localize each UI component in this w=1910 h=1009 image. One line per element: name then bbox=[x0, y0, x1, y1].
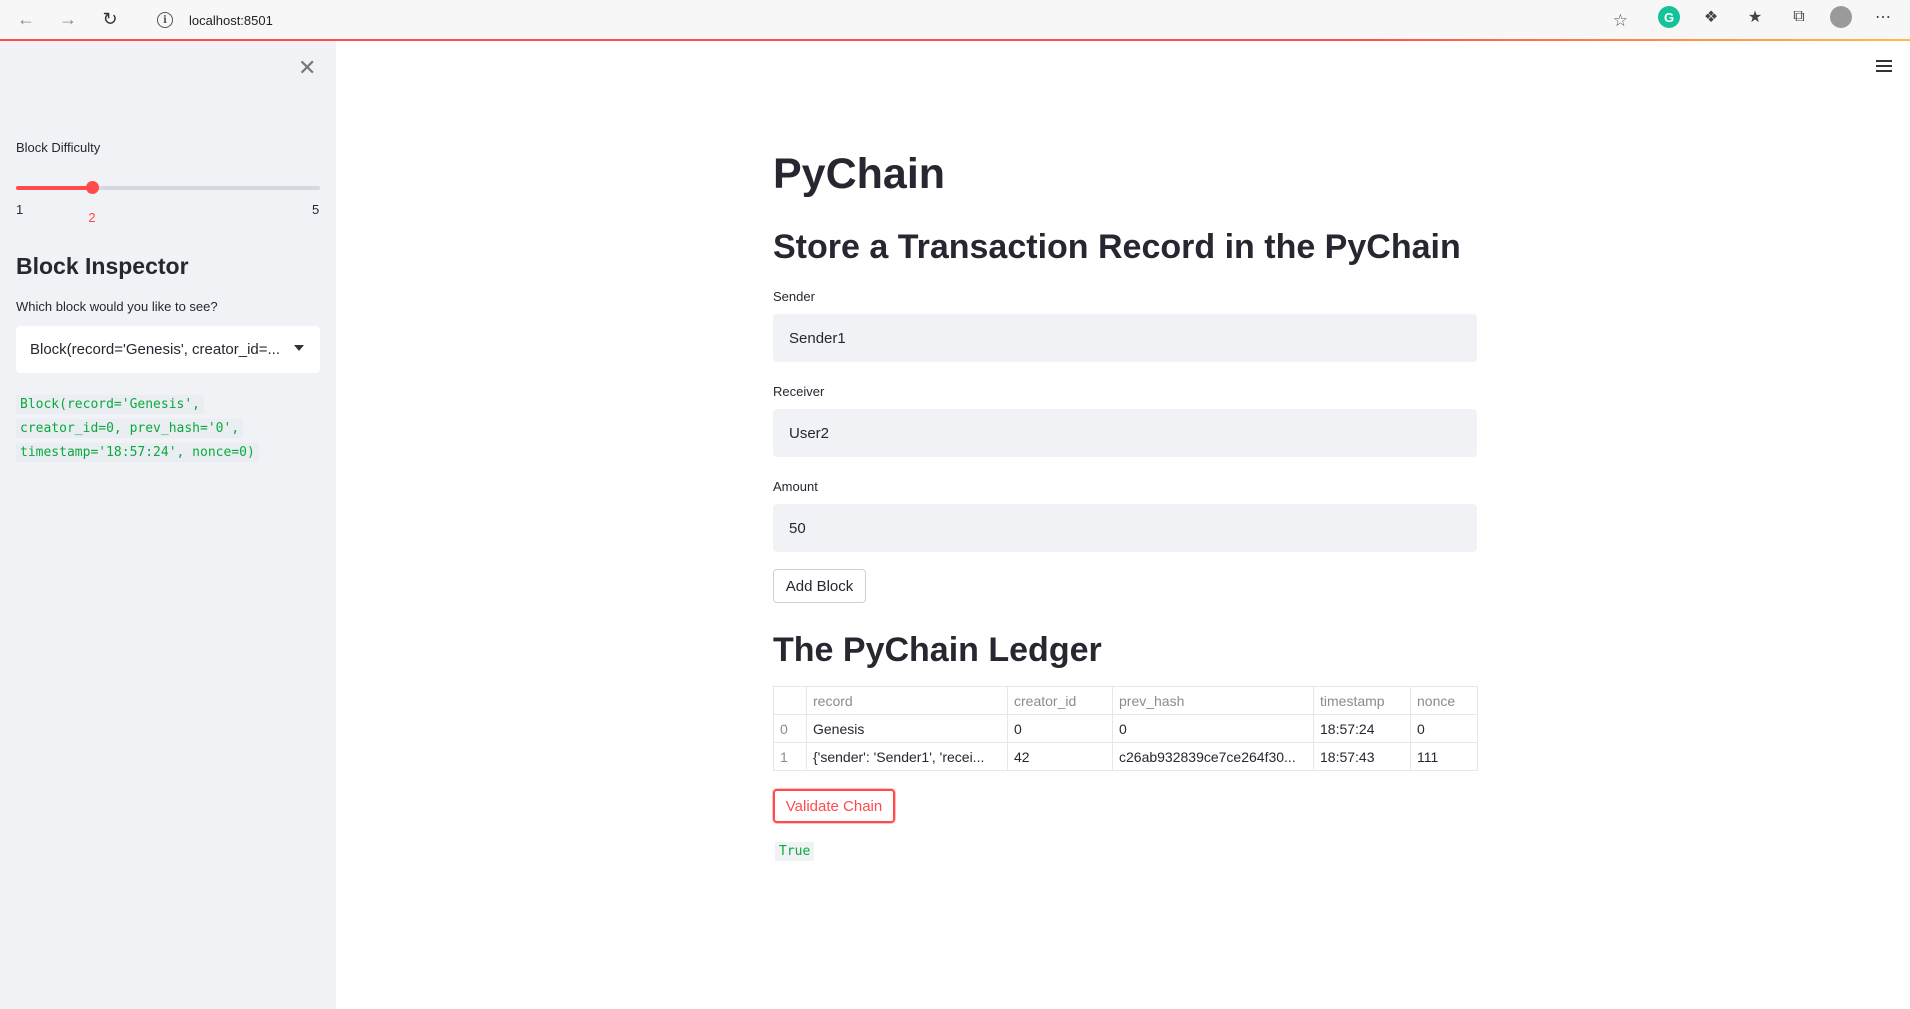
extensions-icon[interactable]: ❖ bbox=[1698, 4, 1724, 30]
block-select[interactable]: Block(record='Genesis', creator_id=... bbox=[16, 326, 320, 373]
amount-label: Amount bbox=[773, 479, 818, 494]
table-cell[interactable]: 0 bbox=[773, 714, 807, 743]
favorite-star-icon[interactable]: ☆ bbox=[1613, 11, 1628, 31]
back-icon[interactable]: ← bbox=[10, 4, 42, 36]
column-header[interactable] bbox=[773, 686, 807, 715]
address-bar[interactable]: i localhost:8501 ☆ bbox=[143, 5, 1628, 35]
page-title: PyChain bbox=[773, 150, 946, 198]
code-line: Block(record='Genesis', bbox=[16, 395, 205, 414]
ledger-title: The PyChain Ledger bbox=[773, 631, 1102, 669]
table-cell[interactable]: 42 bbox=[1007, 742, 1113, 771]
table-cell[interactable]: 111 bbox=[1410, 742, 1478, 771]
slider-label: Block Difficulty bbox=[16, 140, 101, 155]
browser-toolbar: ← → ↻ i localhost:8501 ☆ G ❖ ★ ⧉ ⋯ bbox=[0, 0, 1910, 40]
reload-icon[interactable]: ↻ bbox=[94, 4, 126, 36]
table-cell[interactable]: {'sender': 'Sender1', 'recei... bbox=[806, 742, 1008, 771]
ledger-table: record creator_id prev_hash timestamp no… bbox=[773, 686, 1478, 771]
table-cell[interactable]: 0 bbox=[1112, 714, 1314, 743]
column-header[interactable]: record bbox=[806, 686, 1008, 715]
code-line: timestamp='18:57:24', nonce=0) bbox=[16, 443, 259, 462]
slider-thumb[interactable] bbox=[86, 181, 99, 194]
column-header[interactable]: nonce bbox=[1410, 686, 1478, 715]
slider-min: 1 bbox=[16, 202, 24, 217]
slider-max: 5 bbox=[312, 202, 320, 217]
favorites-icon[interactable]: ★ bbox=[1742, 4, 1768, 30]
block-select-label: Which block would you like to see? bbox=[16, 299, 218, 314]
info-icon[interactable]: i bbox=[157, 12, 173, 28]
forward-icon[interactable]: → bbox=[52, 4, 84, 36]
amount-input[interactable]: 50 bbox=[773, 504, 1477, 552]
block-inspector-heading: Block Inspector bbox=[16, 253, 189, 279]
sender-input[interactable]: Sender1 bbox=[773, 314, 1477, 362]
collections-icon[interactable]: ⧉ bbox=[1786, 4, 1812, 30]
column-header[interactable]: timestamp bbox=[1313, 686, 1411, 715]
table-cell[interactable]: 1 bbox=[773, 742, 807, 771]
sidebar: ✕ Block Difficulty 2 1 5 Block Inspector… bbox=[0, 41, 336, 1009]
slider-value: 2 bbox=[88, 210, 96, 225]
column-header[interactable]: prev_hash bbox=[1112, 686, 1314, 715]
block-select-value: Block(record='Genesis', creator_id=... bbox=[30, 341, 281, 358]
table-cell[interactable]: c26ab932839ce7ce264f30... bbox=[1112, 742, 1314, 771]
code-line: creator_id=0, prev_hash='0', bbox=[16, 419, 244, 438]
table-cell[interactable]: Genesis bbox=[806, 714, 1008, 743]
table-header-row: record creator_id prev_hash timestamp no… bbox=[773, 686, 1478, 715]
section-title: Store a Transaction Record in the PyChai… bbox=[773, 228, 1461, 266]
add-block-button[interactable]: Add Block bbox=[773, 569, 866, 603]
browser-extensions: G ❖ ★ ⧉ ⋯ bbox=[1658, 4, 1896, 30]
url-text: localhost:8501 bbox=[189, 12, 273, 28]
table-cell[interactable]: 0 bbox=[1410, 714, 1478, 743]
more-options-icon[interactable]: ⋯ bbox=[1870, 4, 1896, 30]
profile-avatar[interactable] bbox=[1830, 6, 1852, 28]
receiver-label: Receiver bbox=[773, 384, 825, 399]
column-header[interactable]: creator_id bbox=[1007, 686, 1113, 715]
table-row: 1 {'sender': 'Sender1', 'recei... 42 c26… bbox=[773, 742, 1478, 771]
close-sidebar-icon[interactable]: ✕ bbox=[298, 55, 316, 81]
receiver-input[interactable]: User2 bbox=[773, 409, 1477, 457]
slider-fill bbox=[16, 186, 92, 190]
validate-chain-button[interactable]: Validate Chain bbox=[773, 789, 895, 823]
table-cell[interactable]: 18:57:24 bbox=[1313, 714, 1411, 743]
grammarly-icon[interactable]: G bbox=[1658, 6, 1680, 28]
table-cell[interactable]: 0 bbox=[1007, 714, 1113, 743]
block-code-output: Block(record='Genesis', creator_id=0, pr… bbox=[16, 393, 316, 465]
difficulty-slider[interactable]: 2 bbox=[16, 181, 320, 225]
table-row: 0 Genesis 0 0 18:57:24 0 bbox=[773, 714, 1478, 743]
table-cell[interactable]: 18:57:43 bbox=[1313, 742, 1411, 771]
dropdown-caret-icon[interactable] bbox=[294, 345, 304, 351]
validation-result: True bbox=[775, 842, 815, 861]
sender-label: Sender bbox=[773, 289, 815, 304]
main-menu-icon[interactable] bbox=[1876, 60, 1892, 75]
